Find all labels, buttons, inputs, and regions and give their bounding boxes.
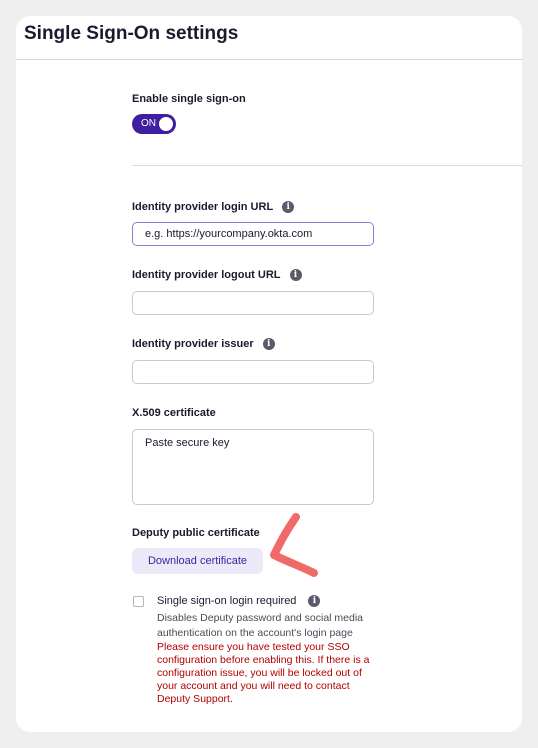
sso-required-label: Single sign-on login required i	[157, 595, 321, 607]
toggle-state-text: ON	[141, 118, 156, 129]
certificate-label: X.509 certificate	[132, 407, 216, 419]
logout-url-input[interactable]	[132, 291, 374, 315]
sso-required-checkbox[interactable]	[133, 596, 144, 607]
info-icon[interactable]: i	[262, 338, 275, 350]
enable-sso-toggle[interactable]: ON	[132, 114, 176, 134]
sso-settings-card: Single Sign-On settings Enable single si…	[16, 16, 522, 732]
toggle-knob	[159, 117, 173, 131]
info-icon[interactable]: i	[308, 595, 321, 607]
logout-url-label: Identity provider logout URL i	[132, 269, 302, 281]
arrow-annotation	[270, 513, 318, 577]
section-divider	[132, 165, 522, 166]
issuer-label: Identity provider issuer i	[132, 338, 275, 350]
info-icon[interactable]: i	[282, 201, 295, 213]
title-divider	[16, 59, 522, 60]
login-url-input[interactable]: e.g. https://yourcompany.okta.com	[132, 222, 374, 246]
info-icon[interactable]: i	[289, 269, 302, 281]
enable-sso-label: Enable single sign-on	[132, 93, 246, 105]
certificate-textarea[interactable]: Paste secure key	[132, 429, 374, 505]
deputy-certificate-label: Deputy public certificate	[132, 527, 260, 539]
page-title: Single Sign-On settings	[24, 23, 239, 44]
sso-required-warning: Please ensure you have tested your SSO c…	[157, 641, 370, 705]
download-certificate-button[interactable]: Download certificate	[132, 548, 263, 574]
login-url-label: Identity provider login URL i	[132, 201, 295, 213]
issuer-input[interactable]	[132, 360, 374, 384]
sso-required-description: Disables Deputy password and social medi…	[157, 612, 364, 639]
